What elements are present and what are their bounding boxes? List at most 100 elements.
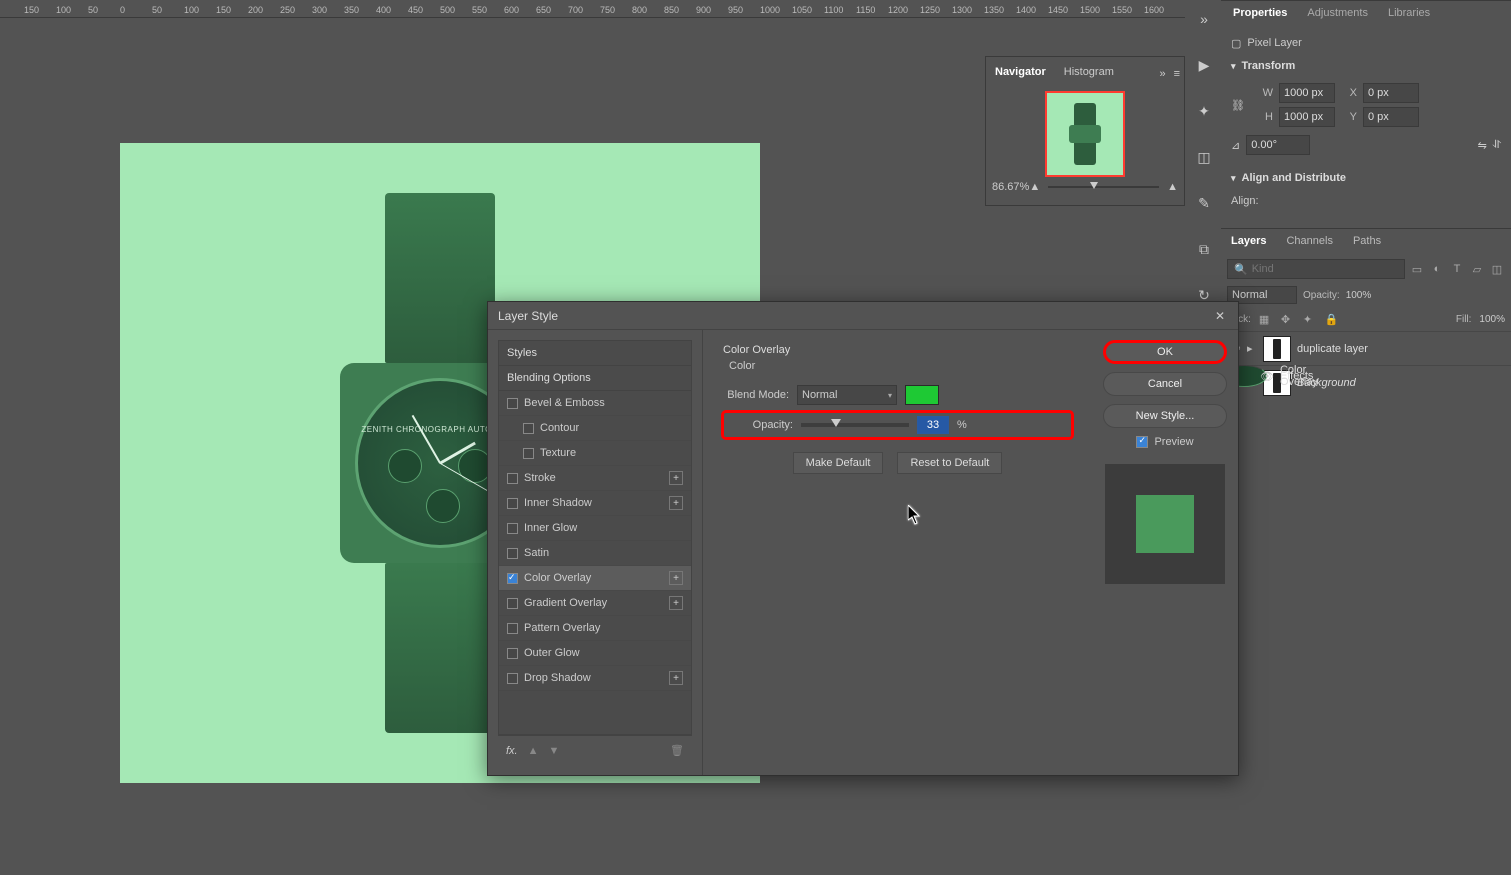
add-effect-icon[interactable]: + [669,671,683,685]
zoom-out-icon[interactable]: ▲ [1029,181,1040,193]
filter-image-icon[interactable]: ▭ [1409,263,1425,276]
effect-label: Outer Glow [524,647,580,659]
effect-label: Contour [540,422,579,434]
opacity-slider[interactable] [801,423,909,427]
effect-inner-glow[interactable]: Inner Glow [499,516,691,541]
effect-contour[interactable]: Contour [499,416,691,441]
effect-checkbox[interactable] [523,423,534,434]
opacity-label: Opacity: [1303,290,1340,301]
lock-artboard-icon[interactable]: ✦ [1303,313,1317,326]
panel-menu-icon[interactable]: ≡ [1170,65,1184,83]
channels-tab[interactable]: Channels [1276,229,1342,255]
move-down-icon[interactable]: ▼ [549,745,560,757]
add-effect-icon[interactable]: + [669,496,683,510]
preview-checkbox-row[interactable]: Preview [1136,436,1193,448]
cancel-button[interactable]: Cancel [1103,372,1227,396]
effect-checkbox[interactable] [507,673,518,684]
lock-position-icon[interactable]: ✥ [1281,313,1295,326]
navigator-tab[interactable]: Navigator [986,61,1055,83]
paths-tab[interactable]: Paths [1343,229,1391,255]
new-style-button[interactable]: New Style... [1103,404,1227,428]
close-icon[interactable]: ✕ [1212,308,1228,324]
zoom-in-icon[interactable]: ▲ [1167,181,1178,193]
visibility-icon[interactable]: 👁 [1260,370,1274,383]
properties-tab[interactable]: Properties [1225,3,1295,23]
layer-style-dialog: Layer Style ✕ Styles Blending Options Be… [487,301,1239,776]
effect-checkbox[interactable] [507,623,518,634]
layer-filter[interactable]: 🔍 [1227,259,1405,279]
effect-pattern-overlay[interactable]: Pattern Overlay [499,616,691,641]
effect-checkbox[interactable] [507,498,518,509]
adjustments-tab[interactable]: Adjustments [1299,3,1376,23]
effect-checkbox[interactable] [507,523,518,534]
flip-v-icon[interactable]: ⥯ [1493,139,1501,152]
effect-checkbox[interactable] [507,398,518,409]
fx-icon[interactable]: fx. [506,745,518,757]
reset-default-button[interactable]: Reset to Default [897,452,1002,474]
fill-value[interactable]: 100% [1479,314,1505,325]
effect-checkbox[interactable] [507,473,518,484]
x-input[interactable] [1363,83,1419,103]
layer-row[interactable]: 👁▸duplicate layer [1221,331,1511,365]
filter-adjust-icon[interactable]: ◐ [1429,263,1445,275]
preview-box [1105,464,1225,584]
layer-filter-input[interactable] [1252,263,1292,275]
brush-icon[interactable]: ✎ [1195,194,1213,212]
play-icon[interactable]: ▶ [1195,56,1213,74]
effect-checkbox[interactable] [507,573,518,584]
link-wh-icon[interactable]: ⛓ [1231,99,1245,112]
effect-color-overlay[interactable]: Color Overlay+ [499,566,691,591]
effect-checkbox[interactable] [523,448,534,459]
blend-mode-dropdown[interactable]: Normal▾ [797,385,897,405]
section-title: Color Overlay [723,344,1072,356]
ok-button[interactable]: OK [1103,340,1227,364]
effect-checkbox[interactable] [507,598,518,609]
transform-accordion[interactable]: Transform [1231,55,1501,77]
lock-pixels-icon[interactable]: ▦ [1259,313,1273,326]
opacity-row-label: Opacity: [727,419,793,431]
add-effect-icon[interactable]: + [669,596,683,610]
flip-h-icon[interactable]: ⇋ [1478,139,1487,152]
align-accordion[interactable]: Align and Distribute [1231,167,1501,189]
navigator-panel: Navigator Histogram » ≡ 86.67% ▲ ▲ [985,56,1185,206]
color-swatch[interactable] [905,385,939,405]
effect-stroke[interactable]: Stroke + [499,466,691,491]
filter-text-icon[interactable]: T [1449,263,1465,275]
filter-smart-icon[interactable]: ◫ [1489,263,1505,276]
filter-shape-icon[interactable]: ▱ [1469,263,1485,276]
effect-checkbox[interactable] [507,648,518,659]
styles-header[interactable]: Styles [499,341,691,366]
lock-all-icon[interactable]: 🔒 [1325,313,1339,326]
effect-bevel-emboss[interactable]: Bevel & Emboss [499,391,691,416]
trash-icon[interactable]: 🗑 [670,744,684,757]
collapse-icon[interactable]: » [1155,65,1169,83]
opacity-input[interactable] [917,416,949,434]
preview-checkbox[interactable] [1136,436,1148,448]
navigator-thumbnail[interactable] [1045,91,1125,177]
blending-options-header[interactable]: Blending Options [499,366,691,391]
libraries-tab[interactable]: Libraries [1380,3,1438,23]
effect-outer-glow[interactable]: Outer Glow [499,641,691,666]
height-input[interactable] [1279,107,1335,127]
clone-icon[interactable]: ⧉ [1195,240,1213,258]
opacity-value[interactable]: 100% [1346,290,1372,301]
effect-texture[interactable]: Texture [499,441,691,466]
make-default-button[interactable]: Make Default [793,452,884,474]
effect-label: Stroke [524,472,556,484]
effect-checkbox[interactable] [507,548,518,559]
move-up-icon[interactable]: ▲ [528,745,539,757]
add-effect-icon[interactable]: + [669,571,683,585]
effect-satin[interactable]: Satin [499,541,691,566]
y-input[interactable] [1363,107,1419,127]
arrow-right-icon[interactable]: » [1195,10,1213,28]
layers-tab[interactable]: Layers [1221,229,1276,255]
width-input[interactable] [1279,83,1335,103]
histogram-tab[interactable]: Histogram [1055,61,1123,83]
cube-icon[interactable]: ◫ [1195,148,1213,166]
add-effect-icon[interactable]: + [669,471,683,485]
effect-gradient-overlay[interactable]: Gradient Overlay+ [499,591,691,616]
effect-drop-shadow[interactable]: Drop Shadow+ [499,666,691,691]
effect-inner-shadow[interactable]: Inner Shadow+ [499,491,691,516]
angle-input[interactable] [1246,135,1310,155]
compass-icon[interactable]: ✦ [1195,102,1213,120]
